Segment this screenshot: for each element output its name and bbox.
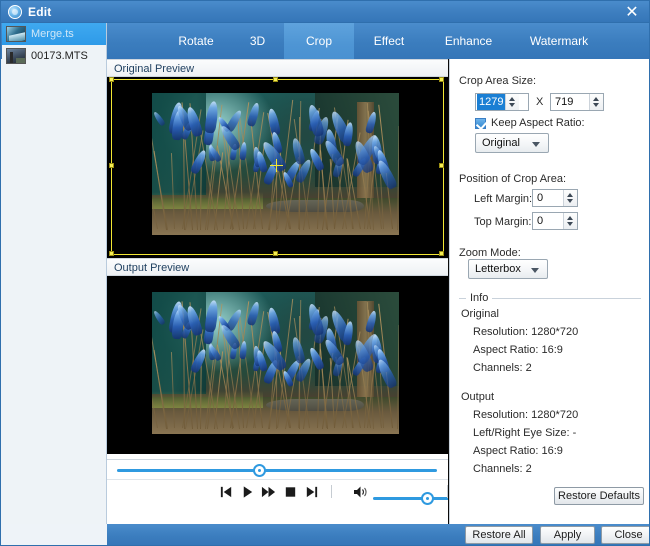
info-original-aspect-ratio: Aspect Ratio: 16:9 xyxy=(473,344,563,356)
transport-controls xyxy=(107,479,448,503)
tab-rotate[interactable]: Rotate xyxy=(161,23,231,59)
top-margin-stepper[interactable]: 0 xyxy=(532,212,578,230)
edit-window: Edit ✕ Rotate 3D Crop Effect Enhance Wat… xyxy=(0,0,650,546)
crop-handle-bottom-center[interactable] xyxy=(273,251,278,256)
zoom-mode-value: Letterbox xyxy=(475,263,521,275)
crop-width-stepper[interactable]: 1279 xyxy=(475,93,529,111)
video-scene xyxy=(152,292,399,434)
play-icon[interactable] xyxy=(240,485,255,499)
restore-defaults-button[interactable]: Restore Defaults xyxy=(554,487,644,505)
list-item-label: Merge.ts xyxy=(31,28,74,40)
top-margin-label: Top Margin: xyxy=(474,216,531,228)
seek-bar[interactable] xyxy=(107,459,448,479)
restore-all-button[interactable]: Restore All xyxy=(465,526,533,544)
crop-handle-bottom-left[interactable] xyxy=(109,251,114,256)
list-item[interactable]: 00173.MTS xyxy=(2,45,106,67)
dialog-action-bar: Restore All Apply Close xyxy=(107,524,650,546)
crop-handle-top-center[interactable] xyxy=(273,77,278,82)
stop-icon[interactable] xyxy=(283,485,298,499)
crop-width-arrows-icon[interactable] xyxy=(505,94,519,110)
crop-width-value[interactable]: 1279 xyxy=(477,94,505,110)
list-item[interactable]: Merge.ts xyxy=(2,23,106,45)
crop-height-value[interactable]: 719 xyxy=(551,94,589,110)
keep-aspect-ratio-label: Keep Aspect Ratio: xyxy=(491,117,585,129)
apply-button[interactable]: Apply xyxy=(540,526,595,544)
volume-handle[interactable] xyxy=(421,492,434,505)
app-globe-icon xyxy=(8,5,22,19)
info-original-resolution: Resolution: 1280*720 xyxy=(473,326,578,338)
tab-enhance[interactable]: Enhance xyxy=(431,23,506,59)
info-output-heading: Output xyxy=(461,391,494,403)
left-margin-stepper[interactable]: 0 xyxy=(532,189,578,207)
volume-track[interactable] xyxy=(373,497,458,500)
volume-icon[interactable] xyxy=(353,485,369,499)
chevron-down-icon xyxy=(531,268,539,273)
crop-handle-middle-right[interactable] xyxy=(439,163,444,168)
close-icon[interactable]: ✕ xyxy=(619,3,645,23)
crop-height-arrows-icon[interactable] xyxy=(589,94,603,110)
preview-column: Original Preview xyxy=(107,59,448,524)
file-list: Merge.ts 00173.MTS xyxy=(2,23,107,524)
previous-frame-icon[interactable] xyxy=(219,485,234,499)
crop-handle-bottom-right[interactable] xyxy=(439,251,444,256)
top-margin-value[interactable]: 0 xyxy=(533,213,563,229)
crop-height-stepper[interactable]: 719 xyxy=(550,93,604,111)
info-output-channels: Channels: 2 xyxy=(473,463,532,475)
aspect-ratio-select[interactable]: Original xyxy=(475,133,549,153)
top-margin-arrows-icon[interactable] xyxy=(563,213,577,229)
keep-aspect-ratio-checkbox[interactable] xyxy=(475,118,486,129)
next-frame-icon[interactable] xyxy=(304,485,319,499)
tab-effect[interactable]: Effect xyxy=(354,23,424,59)
output-preview-stage xyxy=(107,276,448,454)
output-video-frame xyxy=(152,292,399,434)
output-preview-title: Output Preview xyxy=(107,258,448,276)
file-thumbnail-icon xyxy=(6,26,26,42)
crop-handle-top-left[interactable] xyxy=(109,77,114,82)
seek-track[interactable] xyxy=(117,469,437,472)
position-of-crop-area-label: Position of Crop Area: xyxy=(459,173,566,185)
tab-crop[interactable]: Crop xyxy=(284,23,354,59)
crop-center-crosshair-icon xyxy=(270,159,283,172)
info-output-aspect-ratio: Aspect Ratio: 16:9 xyxy=(473,445,563,457)
crop-options-panel: Crop Area Size: 1279 X 719 Keep Aspect R… xyxy=(449,59,650,524)
list-item-label: 00173.MTS xyxy=(31,50,88,62)
original-preview-stage[interactable] xyxy=(107,77,448,258)
info-original-channels: Channels: 2 xyxy=(473,362,532,374)
info-output-eye-size: Left/Right Eye Size: - xyxy=(473,427,576,439)
title-bar: Edit ✕ xyxy=(1,1,650,23)
info-original-heading: Original xyxy=(461,308,499,320)
crop-handle-top-right[interactable] xyxy=(439,77,444,82)
left-margin-arrows-icon[interactable] xyxy=(563,190,577,206)
info-output-resolution: Resolution: 1280*720 xyxy=(473,409,578,421)
info-group-title: Info xyxy=(466,292,492,304)
chevron-down-icon xyxy=(532,142,540,147)
fast-forward-icon[interactable] xyxy=(261,485,276,499)
left-margin-label: Left Margin: xyxy=(474,193,532,205)
file-thumbnail-icon xyxy=(6,48,26,64)
left-margin-value[interactable]: 0 xyxy=(533,190,563,206)
crop-area-size-label: Crop Area Size: xyxy=(459,75,536,87)
window-title: Edit xyxy=(28,5,51,19)
seek-handle[interactable] xyxy=(253,464,266,477)
crop-handle-middle-left[interactable] xyxy=(109,163,114,168)
transport-divider xyxy=(331,485,332,498)
zoom-mode-select[interactable]: Letterbox xyxy=(468,259,548,279)
close-button[interactable]: Close xyxy=(601,526,650,544)
zoom-mode-label: Zoom Mode: xyxy=(459,247,521,259)
crop-size-separator: X xyxy=(536,96,543,108)
tab-watermark[interactable]: Watermark xyxy=(513,23,605,59)
aspect-ratio-value: Original xyxy=(482,137,520,149)
original-preview-title: Original Preview xyxy=(107,59,448,77)
tab-3d[interactable]: 3D xyxy=(231,23,284,59)
